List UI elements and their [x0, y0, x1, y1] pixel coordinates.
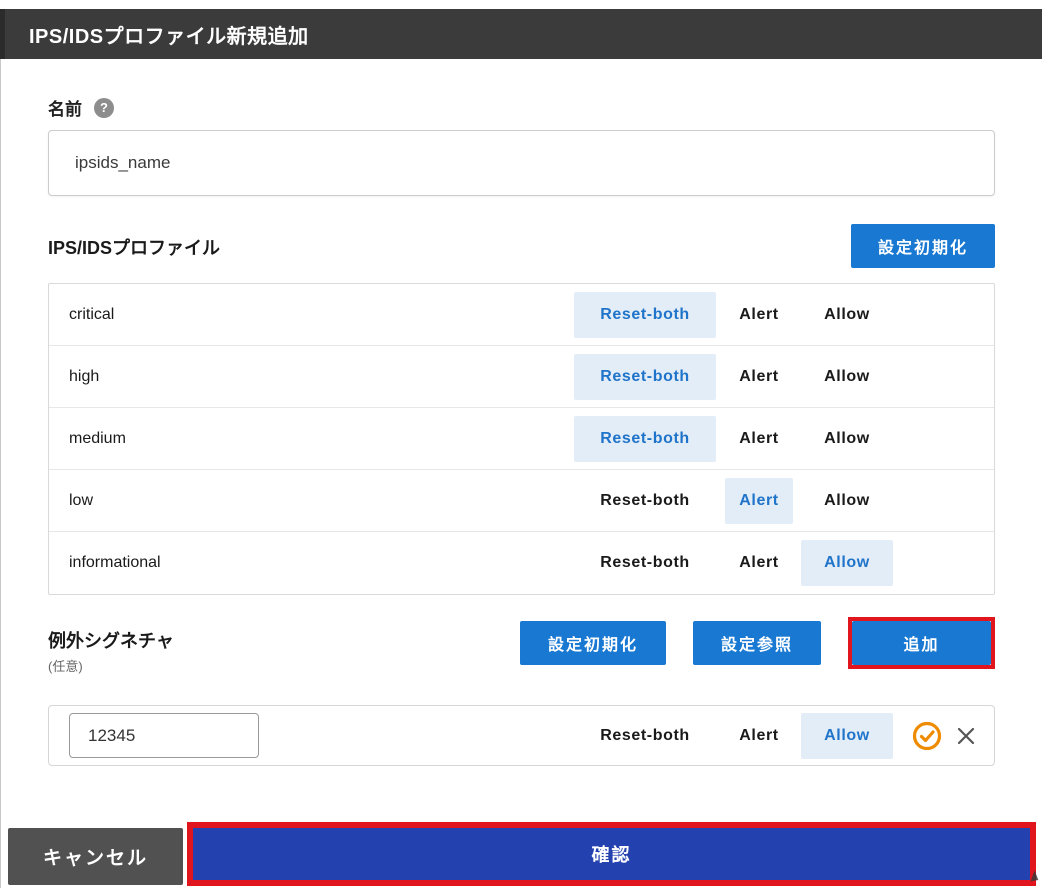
cancel-button[interactable]: キャンセル: [8, 828, 183, 885]
dialog-titlebar: IPS/IDSプロファイル新規追加: [0, 9, 1042, 59]
option-alert[interactable]: Alert: [725, 540, 793, 586]
exception-signature-row: Reset-both Alert Allow: [48, 705, 995, 766]
severity-label: critical: [49, 306, 574, 324]
name-label: 名前: [48, 95, 82, 120]
option-alert[interactable]: Alert: [725, 292, 793, 338]
option-allow[interactable]: Allow: [801, 354, 893, 400]
confirm-button-highlight: 確認: [187, 822, 1036, 886]
exception-buttons: 設定初期化 設定参照 追加: [493, 617, 995, 669]
severity-label: informational: [49, 554, 574, 572]
severity-row: low Reset-both Alert Allow: [49, 470, 994, 532]
severity-label: high: [49, 368, 574, 386]
option-reset-both[interactable]: Reset-both: [574, 416, 716, 462]
confirm-check-icon[interactable]: [912, 721, 942, 751]
option-reset-both[interactable]: Reset-both: [574, 713, 716, 759]
dialog-footer: キャンセル 確認: [0, 822, 1042, 888]
exception-reset-button[interactable]: 設定初期化: [520, 621, 666, 665]
action-options: Reset-both Alert Allow: [574, 292, 994, 338]
action-options: Reset-both Alert Allow: [574, 540, 994, 586]
option-allow[interactable]: Allow: [801, 540, 893, 586]
option-allow[interactable]: Allow: [801, 292, 893, 338]
action-options: Reset-both Alert Allow: [574, 478, 994, 524]
dialog-content: 名前 ? IPS/IDSプロファイル 設定初期化 critical Reset-…: [48, 59, 995, 766]
option-reset-both[interactable]: Reset-both: [574, 540, 716, 586]
help-icon[interactable]: ?: [94, 98, 114, 118]
profile-section-title: IPS/IDSプロファイル: [48, 234, 220, 268]
confirm-button[interactable]: 確認: [193, 828, 1030, 880]
name-input[interactable]: [48, 130, 995, 196]
exception-optional-note: (任意): [48, 656, 174, 675]
exception-titles: 例外シグネチャ (任意): [48, 617, 174, 675]
add-button-highlight: 追加: [848, 617, 995, 669]
option-reset-both[interactable]: Reset-both: [574, 354, 716, 400]
signature-id-input[interactable]: [69, 713, 259, 758]
option-alert[interactable]: Alert: [725, 354, 793, 400]
option-allow[interactable]: Allow: [801, 416, 893, 462]
exception-section-head: 例外シグネチャ (任意) 設定初期化 設定参照 追加: [48, 617, 995, 675]
name-label-row: 名前 ?: [48, 95, 995, 120]
option-alert[interactable]: Alert: [725, 416, 793, 462]
profile-section-head: IPS/IDSプロファイル 設定初期化: [48, 224, 995, 268]
action-options: Reset-both Alert Allow: [574, 354, 994, 400]
severity-row: critical Reset-both Alert Allow: [49, 284, 994, 346]
profile-reset-button[interactable]: 設定初期化: [851, 224, 995, 268]
exception-add-button[interactable]: 追加: [852, 621, 991, 665]
severity-row: medium Reset-both Alert Allow: [49, 408, 994, 470]
severity-row: informational Reset-both Alert Allow: [49, 532, 994, 594]
option-alert[interactable]: Alert: [725, 478, 793, 524]
ips-ids-add-dialog: IPS/IDSプロファイル新規追加 名前 ? IPS/IDSプロファイル 設定初…: [0, 0, 1042, 888]
exception-options: Reset-both Alert Allow: [574, 713, 994, 759]
option-reset-both[interactable]: Reset-both: [574, 292, 716, 338]
exception-reference-button[interactable]: 設定参照: [693, 621, 821, 665]
option-allow[interactable]: Allow: [801, 478, 893, 524]
exception-section-title: 例外シグネチャ: [48, 627, 174, 653]
severity-row: high Reset-both Alert Allow: [49, 346, 994, 408]
severity-table: critical Reset-both Alert Allow high Res…: [48, 283, 995, 595]
dialog-title: IPS/IDSプロファイル新規追加: [5, 20, 309, 49]
severity-label: medium: [49, 430, 574, 448]
severity-label: low: [49, 492, 574, 510]
option-alert[interactable]: Alert: [725, 713, 793, 759]
option-reset-both[interactable]: Reset-both: [574, 478, 716, 524]
remove-x-icon[interactable]: [955, 725, 977, 747]
exception-row-icons: [912, 721, 977, 751]
option-allow[interactable]: Allow: [801, 713, 893, 759]
action-options: Reset-both Alert Allow: [574, 416, 994, 462]
